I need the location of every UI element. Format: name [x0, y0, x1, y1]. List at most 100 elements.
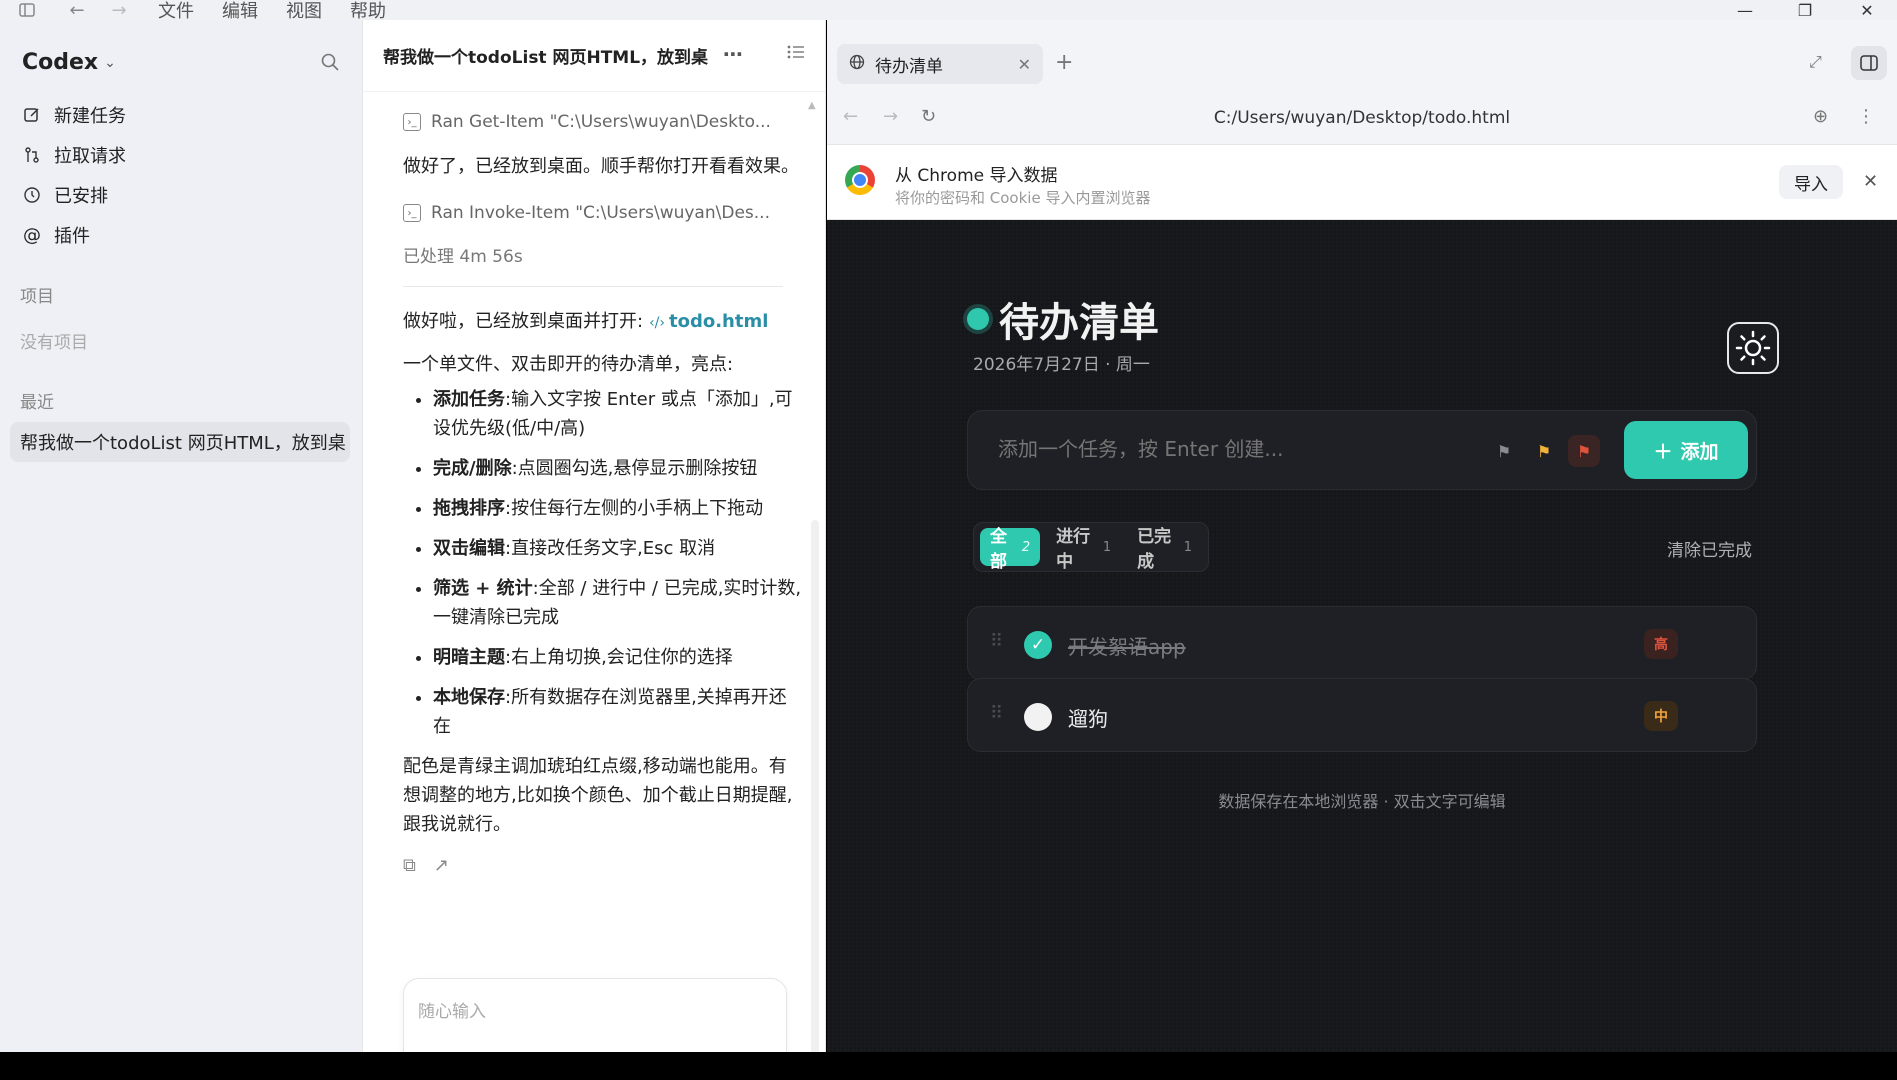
forward-arrow-icon[interactable]: → — [108, 0, 130, 21]
add-bookmark-icon[interactable]: ⊕ — [1813, 106, 1828, 127]
chat-header: 帮我做一个todoList 网页HTML，放到桌 ⋯ — [363, 20, 825, 92]
todo-item: ⠿ 遛狗 中 — [967, 678, 1757, 752]
status-dot-icon — [967, 308, 989, 330]
list-item: 添加任务:输入文字按 Enter 或点「添加」,可设优先级(低/中/高) — [433, 385, 803, 443]
more-options-icon[interactable]: ⋯ — [723, 42, 743, 66]
share-icon[interactable]: ↗ — [434, 851, 449, 880]
edit-icon — [22, 105, 42, 125]
filter-count: 1 — [1102, 539, 1112, 555]
split-view-icon[interactable] — [1851, 46, 1887, 80]
filter-tabs: 全部 2 进行中 1 已完成 1 — [973, 522, 1209, 572]
assistant-message: 做好了，已经放到桌面。顺手帮你打开看看效果。 — [403, 156, 799, 177]
opened-text: 做好啦，已经放到桌面并打开: — [403, 311, 644, 332]
drag-handle-icon[interactable]: ⠿ — [990, 703, 1003, 724]
tab-active[interactable]: 进行中 1 — [1046, 527, 1121, 572]
theme-toggle-sun-icon[interactable] — [1727, 322, 1779, 374]
sidebar-item-pull-requests[interactable]: 拉取请求 — [22, 140, 126, 170]
import-subtitle: 将你的密码和 Cookie 导入内置浏览器 — [895, 189, 1151, 207]
recent-item[interactable]: 帮我做一个todoList 网页HTML，放到桌 — [10, 422, 350, 462]
list-item: 明暗主题:右上角切换,会记住你的选择 — [433, 643, 803, 672]
tab-completed[interactable]: 已完成 1 — [1127, 527, 1202, 572]
workspace-switcher[interactable]: Codex ⌄ — [22, 50, 116, 75]
feature-title: 明暗主题 — [433, 647, 505, 668]
chat-input[interactable]: 随心输入 — [403, 978, 787, 1052]
sidebar-item-label: 已安排 — [54, 186, 108, 207]
close-tab-icon[interactable]: ✕ — [1018, 55, 1031, 74]
page-title: 待办清单 — [999, 300, 1159, 346]
sidebar-item-new-task[interactable]: 新建任务 — [22, 100, 126, 130]
back-arrow-icon[interactable]: ← — [66, 0, 88, 21]
import-title: 从 Chrome 导入数据 — [895, 166, 1058, 186]
import-button[interactable]: 导入 — [1779, 165, 1843, 199]
filter-count: 2 — [1021, 539, 1031, 555]
todo-text[interactable]: 遛狗 — [1068, 703, 1108, 732]
brand-name: Codex — [22, 50, 99, 75]
at-icon: @ — [23, 224, 41, 246]
outline-icon[interactable] — [787, 44, 805, 65]
feature-title: 完成/删除 — [433, 458, 512, 479]
browser-menu-icon[interactable]: ⋮ — [1857, 106, 1875, 127]
feature-title: 本地保存 — [433, 687, 505, 708]
command-run-get-item[interactable]: ›_ Ran Get-Item "C:\Users\wuyan\Deskto..… — [403, 104, 803, 140]
sidebar-item-plugins[interactable]: @ 插件 — [22, 220, 90, 250]
tab-todo[interactable]: 待办清单 ✕ — [837, 44, 1043, 84]
tab-title: 待办清单 — [875, 56, 943, 77]
code-icon: ‹/› — [649, 315, 665, 331]
tab-bar: 待办清单 ✕ + ⤢ — [827, 20, 1897, 86]
priority-mid-flag-icon[interactable]: ⚑ — [1528, 435, 1560, 467]
clock-icon — [22, 185, 42, 205]
address-bar: ← → ↻ C:/Users/wuyan/Desktop/todo.html ⊕… — [827, 102, 1897, 136]
new-tab-icon[interactable]: + — [1055, 50, 1073, 75]
feature-title: 拖拽排序 — [433, 498, 505, 519]
close-banner-icon[interactable]: ✕ — [1863, 171, 1878, 192]
sidebar-item-label: 插件 — [54, 226, 90, 247]
sidebar-item-label: 拉取请求 — [54, 146, 126, 167]
clear-completed-button[interactable]: 清除已完成 — [1667, 536, 1752, 561]
add-button[interactable]: ＋ 添加 — [1624, 421, 1748, 479]
list-item: 筛选 + 统计:全部 / 进行中 / 已完成,实时计数,一键清除已完成 — [433, 574, 803, 632]
checkbox-unchecked-icon[interactable] — [1024, 703, 1052, 731]
task-input[interactable] — [998, 437, 1478, 461]
closing-text: 配色是青绿主调加琥珀红点缀,移动端也能用。有想调整的地方,比如换个颜色、加个截止… — [403, 756, 793, 835]
sidebar: Codex ⌄ 新建任务 拉取请求 已安排 @ 插件 项目 没有项目 最近 帮我… — [0, 20, 362, 1052]
todo-heading: 待办清单 — [967, 290, 1159, 348]
command-run-invoke-item[interactable]: ›_ Ran Invoke-Item "C:\Users\wuyan\Des..… — [403, 195, 803, 231]
chat-scrollbar[interactable] — [811, 520, 819, 1052]
priority-low-flag-icon[interactable]: ⚑ — [1488, 435, 1520, 467]
pull-request-icon — [22, 145, 42, 165]
list-item: 双击编辑:直接改任务文字,Esc 取消 — [433, 534, 803, 563]
checkbox-checked-icon[interactable]: ✓ — [1024, 631, 1052, 659]
filter-count: 1 — [1183, 539, 1193, 555]
feature-desc: :直接改任务文字,Esc 取消 — [505, 538, 716, 559]
sidebar-toggle-icon[interactable] — [16, 0, 38, 20]
filter-label: 已完成 — [1137, 527, 1172, 572]
projects-heading: 项目 — [20, 287, 54, 307]
minimize-icon[interactable]: — — [1730, 0, 1760, 20]
feature-desc: :右上角切换,会记住你的选择 — [505, 647, 733, 668]
terminal-icon: ›_ — [403, 204, 421, 222]
command-text: Ran Get-Item "C:\Users\wuyan\Deskto... — [431, 111, 771, 132]
list-item: 本地保存:所有数据存在浏览器里,关掉再开还在 — [433, 683, 803, 741]
globe-icon — [849, 54, 865, 75]
copy-icon[interactable]: ⧉ — [403, 851, 416, 880]
feature-desc: :点圆圈勾选,悬停显示删除按钮 — [511, 458, 758, 479]
priority-high-flag-icon[interactable]: ⚑ — [1568, 435, 1600, 467]
expand-icon[interactable]: ⤢ — [1809, 52, 1822, 72]
drag-handle-icon[interactable]: ⠿ — [990, 631, 1003, 652]
browser-panel: 待办清单 ✕ + ⤢ ← → ↻ C:/Users/wuyan/Desktop/… — [827, 20, 1897, 1052]
feature-list: 添加任务:输入文字按 Enter 或点「添加」,可设优先级(低/中/高) 完成/… — [403, 385, 803, 741]
scroll-up-icon[interactable]: ▲ — [808, 100, 816, 111]
restore-icon[interactable]: ❐ — [1790, 0, 1820, 20]
url-field[interactable]: C:/Users/wuyan/Desktop/todo.html — [827, 108, 1897, 128]
search-icon[interactable] — [320, 52, 344, 76]
chat-title: 帮我做一个todoList 网页HTML，放到桌 — [383, 48, 709, 68]
message-actions: ⧉ ↗ — [403, 851, 803, 880]
todo-text[interactable]: 开发絮语app — [1068, 631, 1186, 660]
sidebar-item-scheduled[interactable]: 已安排 — [22, 180, 108, 210]
file-link[interactable]: todo.html — [669, 311, 768, 332]
tab-all[interactable]: 全部 2 — [980, 527, 1041, 572]
add-button-label: 添加 — [1680, 440, 1719, 463]
close-window-icon[interactable]: ✕ — [1852, 0, 1882, 20]
list-item: 拖拽排序:按住每行左侧的小手柄上下拖动 — [433, 494, 803, 523]
taskbar-strip — [0, 1052, 1897, 1080]
